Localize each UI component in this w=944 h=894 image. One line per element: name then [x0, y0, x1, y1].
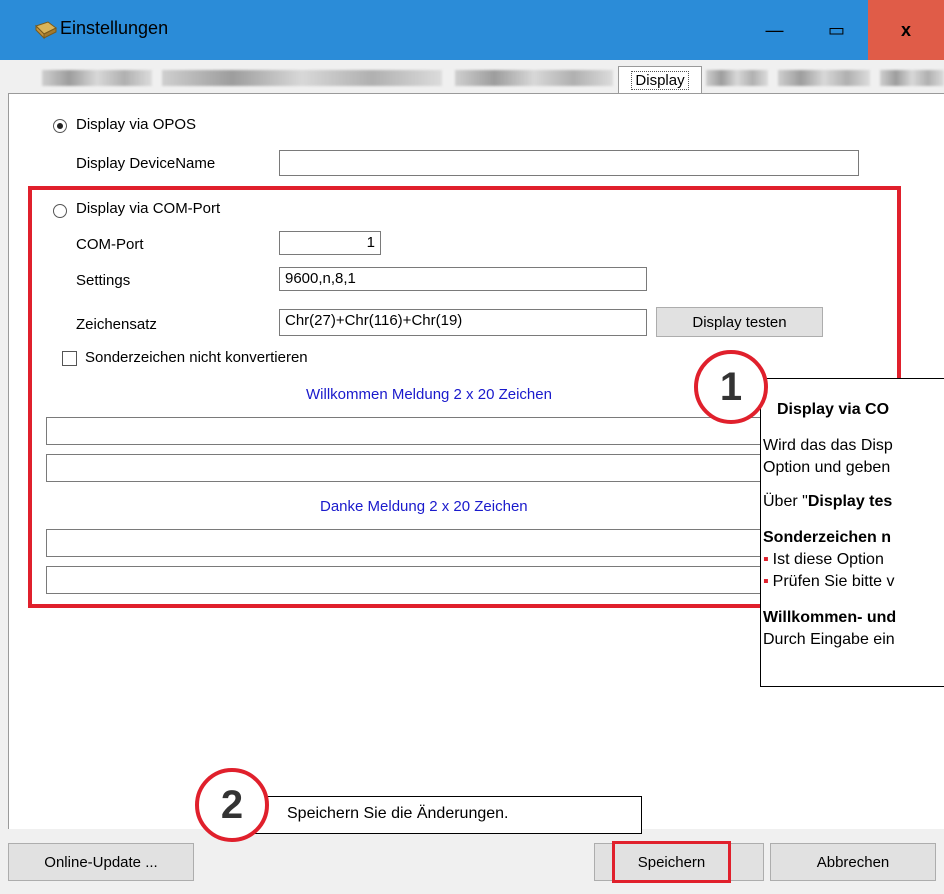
callout1-section-heading: Sonderzeichen n — [763, 529, 892, 546]
opos-radio[interactable] — [53, 119, 67, 133]
maximize-icon: ▭ — [827, 19, 845, 40]
save-button-highlight[interactable]: Speichern — [612, 841, 731, 883]
tab-blurred-1[interactable] — [42, 70, 152, 86]
device-name-label: Display DeviceName — [76, 155, 216, 172]
callout1-line3: Über "Display tes — [763, 493, 892, 511]
help-callout-1: Display via CO Wird das das Disp Option … — [760, 378, 944, 687]
tab-blurred-5[interactable] — [778, 70, 870, 86]
callout1-line1: Wird das das Disp — [763, 437, 893, 454]
callout1-heading: Display via CO — [777, 401, 890, 418]
callout1-bullet2-text: Prüfen Sie bitte v — [772, 573, 895, 590]
callout1-section2-text: Durch Eingabe ein — [763, 631, 895, 648]
callout1-bullet1: ▪ Ist diese Option — [763, 551, 884, 569]
minimize-icon: — — [765, 19, 784, 40]
callout1-line3-prefix: Über " — [763, 493, 808, 510]
maximize-button[interactable]: ▭ — [805, 0, 868, 60]
callout2-text: Speichern Sie die Änderungen. — [287, 805, 509, 822]
callout-number-1: 1 — [694, 350, 768, 424]
help-callout-2: Speichern Sie die Änderungen. — [236, 796, 642, 834]
tab-blurred-6[interactable] — [880, 70, 944, 86]
close-icon: x — [900, 19, 911, 40]
callout1-section2-heading: Willkommen- und — [763, 609, 897, 626]
minimize-button[interactable]: — — [743, 0, 806, 60]
window-title: Einstellungen — [60, 18, 169, 38]
tab-blurred-2[interactable] — [162, 70, 442, 86]
save-button-label: Speichern — [637, 853, 706, 871]
tab-display-label: Display — [631, 70, 689, 90]
online-update-button[interactable]: Online-Update ... — [8, 843, 194, 881]
bullet-icon: ▪ — [763, 573, 769, 590]
close-button[interactable]: x — [868, 0, 944, 60]
device-name-input[interactable] — [279, 150, 859, 176]
callout1-line2: Option und geben — [763, 459, 891, 476]
callout1-bullet2: ▪ Prüfen Sie bitte v — [763, 573, 895, 591]
tab-blurred-3[interactable] — [455, 70, 613, 86]
opos-radio-label: Display via OPOS — [76, 116, 197, 133]
callout1-bullet1-text: Ist diese Option — [772, 551, 884, 568]
app-icon — [34, 20, 58, 40]
tab-blurred-4[interactable] — [706, 70, 768, 86]
callout1-line3-bold: Display tes — [807, 493, 893, 510]
tab-display[interactable]: Display — [618, 66, 702, 93]
cancel-button[interactable]: Abbrechen — [770, 843, 936, 881]
bullet-icon: ▪ — [763, 551, 769, 568]
callout-number-2: 2 — [195, 768, 269, 842]
